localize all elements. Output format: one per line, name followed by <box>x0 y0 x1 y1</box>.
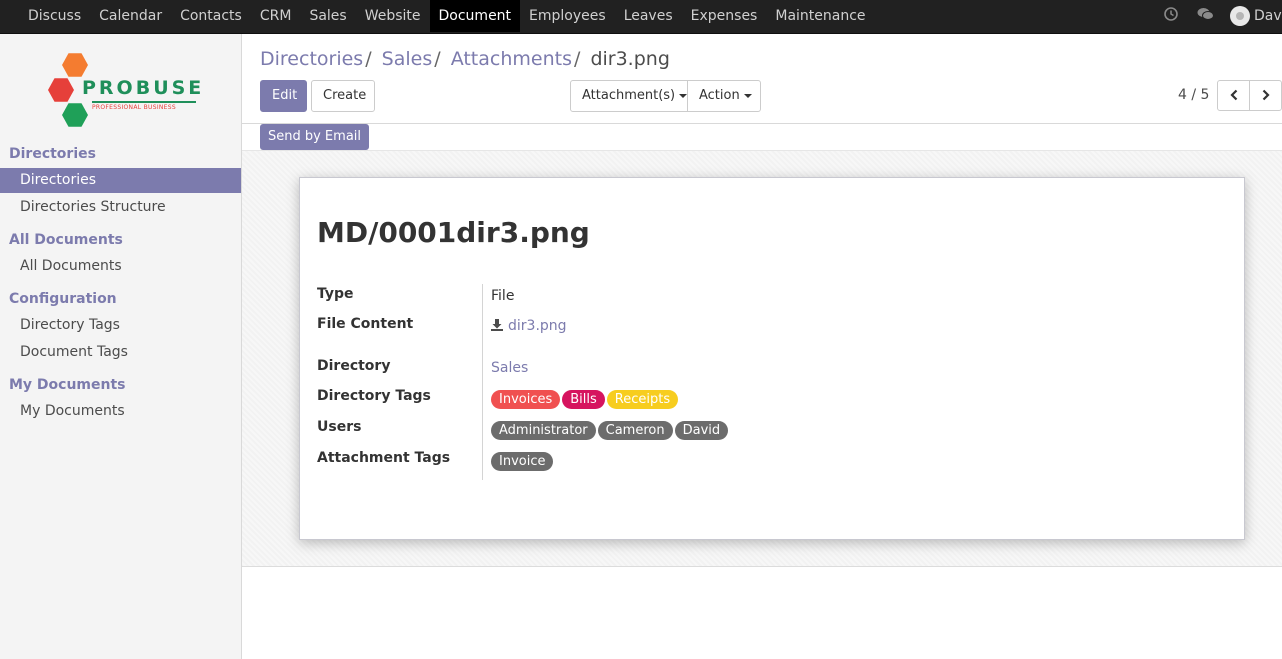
sidebar-section-my-documents: My Documents <box>9 377 126 393</box>
attachment-tags-label: Attachment Tags <box>317 450 451 466</box>
breadcrumb-attachments[interactable]: Attachments <box>451 48 572 70</box>
logo-wordmark: PROBUSE <box>82 77 205 99</box>
attachments-label: Attachment(s) <box>582 88 676 103</box>
directory-tags: Invoices Bills Receipts <box>491 390 679 409</box>
type-label: Type <box>317 286 354 302</box>
menu-discuss[interactable]: Discuss <box>19 0 90 32</box>
tag-badge[interactable]: Invoice <box>491 452 554 471</box>
main-menu: Discuss Calendar Contacts CRM Sales Webs… <box>19 0 875 32</box>
send-by-email-button[interactable]: Send by Email <box>260 124 369 150</box>
breadcrumb-sales[interactable]: Sales <box>382 48 433 70</box>
clock-icon[interactable] <box>1154 7 1188 25</box>
breadcrumb: Directories / Sales / Attachments / dir3.pn… <box>260 48 670 70</box>
action-label: Action <box>699 88 740 103</box>
top-navbar: Discuss Calendar Contacts CRM Sales Webs… <box>0 0 1282 34</box>
chevron-right-icon <box>1262 89 1270 101</box>
file-content-value: dir3.png <box>508 318 567 334</box>
field-divider <box>482 284 483 480</box>
chat-icon[interactable] <box>1188 7 1222 25</box>
form-statusbar <box>242 124 1282 152</box>
sidebar: PROBUSE PROFESSIONAL BUSINESS Directorie… <box>0 34 242 659</box>
tag-badge[interactable]: Receipts <box>606 390 679 409</box>
sidebar-item-directories-structure[interactable]: Directories Structure <box>0 195 241 220</box>
menu-sales[interactable]: Sales <box>300 0 355 32</box>
menu-calendar[interactable]: Calendar <box>90 0 171 32</box>
logo-tagline: PROFESSIONAL BUSINESS <box>92 101 196 111</box>
directory-value[interactable]: Sales <box>491 360 528 376</box>
sidebar-section-directories: Directories <box>9 146 96 162</box>
breadcrumb-current: dir3.png <box>590 48 670 70</box>
download-icon <box>491 319 503 331</box>
menu-crm[interactable]: CRM <box>251 0 301 32</box>
directory-label: Directory <box>317 358 391 374</box>
directory-tags-label: Directory Tags <box>317 388 431 404</box>
chevron-left-icon <box>1229 89 1237 101</box>
action-dropdown[interactable]: Action <box>687 80 761 112</box>
menu-contacts[interactable]: Contacts <box>171 0 251 32</box>
menu-website[interactable]: Website <box>356 0 430 32</box>
users-label: Users <box>317 419 362 435</box>
tag-badge[interactable]: Bills <box>562 390 605 409</box>
tag-badge[interactable]: Invoices <box>491 390 561 409</box>
logo-hexagon <box>62 103 88 127</box>
avatar <box>1230 6 1250 26</box>
users-tags: Administrator Cameron David <box>491 421 729 440</box>
pager-value: 4 / 5 <box>1178 87 1210 103</box>
menu-maintenance[interactable]: Maintenance <box>766 0 874 32</box>
type-value[interactable]: File <box>491 288 514 304</box>
user-badge[interactable]: David <box>674 421 729 440</box>
logo-hexagon <box>48 78 74 102</box>
create-button[interactable]: Create <box>311 80 375 112</box>
sidebar-item-directories[interactable]: Directories <box>0 168 241 193</box>
menu-document[interactable]: Document <box>429 0 521 32</box>
caret-down-icon <box>743 93 752 98</box>
user-badge[interactable]: Cameron <box>597 421 673 440</box>
form-sheet: MD/0001dir3.png Type File File Content d… <box>299 177 1245 540</box>
file-download-link[interactable]: dir3.png <box>491 318 567 334</box>
breadcrumb-directories[interactable]: Directories <box>260 48 363 70</box>
sidebar-section-all-documents: All Documents <box>9 232 123 248</box>
sidebar-item-directory-tags[interactable]: Directory Tags <box>0 313 241 338</box>
sidebar-item-my-documents[interactable]: My Documents <box>0 399 241 424</box>
attachments-dropdown[interactable]: Attachment(s) <box>570 80 688 112</box>
user-name: David <box>1254 8 1282 24</box>
pager-previous-button[interactable] <box>1217 80 1250 111</box>
record-title: MD/0001dir3.png <box>317 216 590 249</box>
menu-expenses[interactable]: Expenses <box>682 0 767 32</box>
pager-next-button[interactable] <box>1249 80 1282 111</box>
user-badge[interactable]: Administrator <box>491 421 596 440</box>
menu-leaves[interactable]: Leaves <box>615 0 682 32</box>
sidebar-section-configuration: Configuration <box>9 291 117 307</box>
sidebar-item-document-tags[interactable]: Document Tags <box>0 340 241 365</box>
systray: David <box>1154 0 1282 32</box>
sidebar-item-all-documents[interactable]: All Documents <box>0 254 241 279</box>
company-logo: PROBUSE PROFESSIONAL BUSINESS <box>46 50 201 130</box>
user-menu[interactable]: David <box>1230 6 1282 26</box>
caret-down-icon <box>679 93 688 98</box>
edit-button[interactable]: Edit <box>260 80 307 112</box>
menu-employees[interactable]: Employees <box>520 0 615 32</box>
attachment-tags: Invoice <box>491 452 554 471</box>
logo-hexagon <box>62 53 88 77</box>
file-content-label: File Content <box>317 316 414 332</box>
divider <box>242 566 1282 567</box>
